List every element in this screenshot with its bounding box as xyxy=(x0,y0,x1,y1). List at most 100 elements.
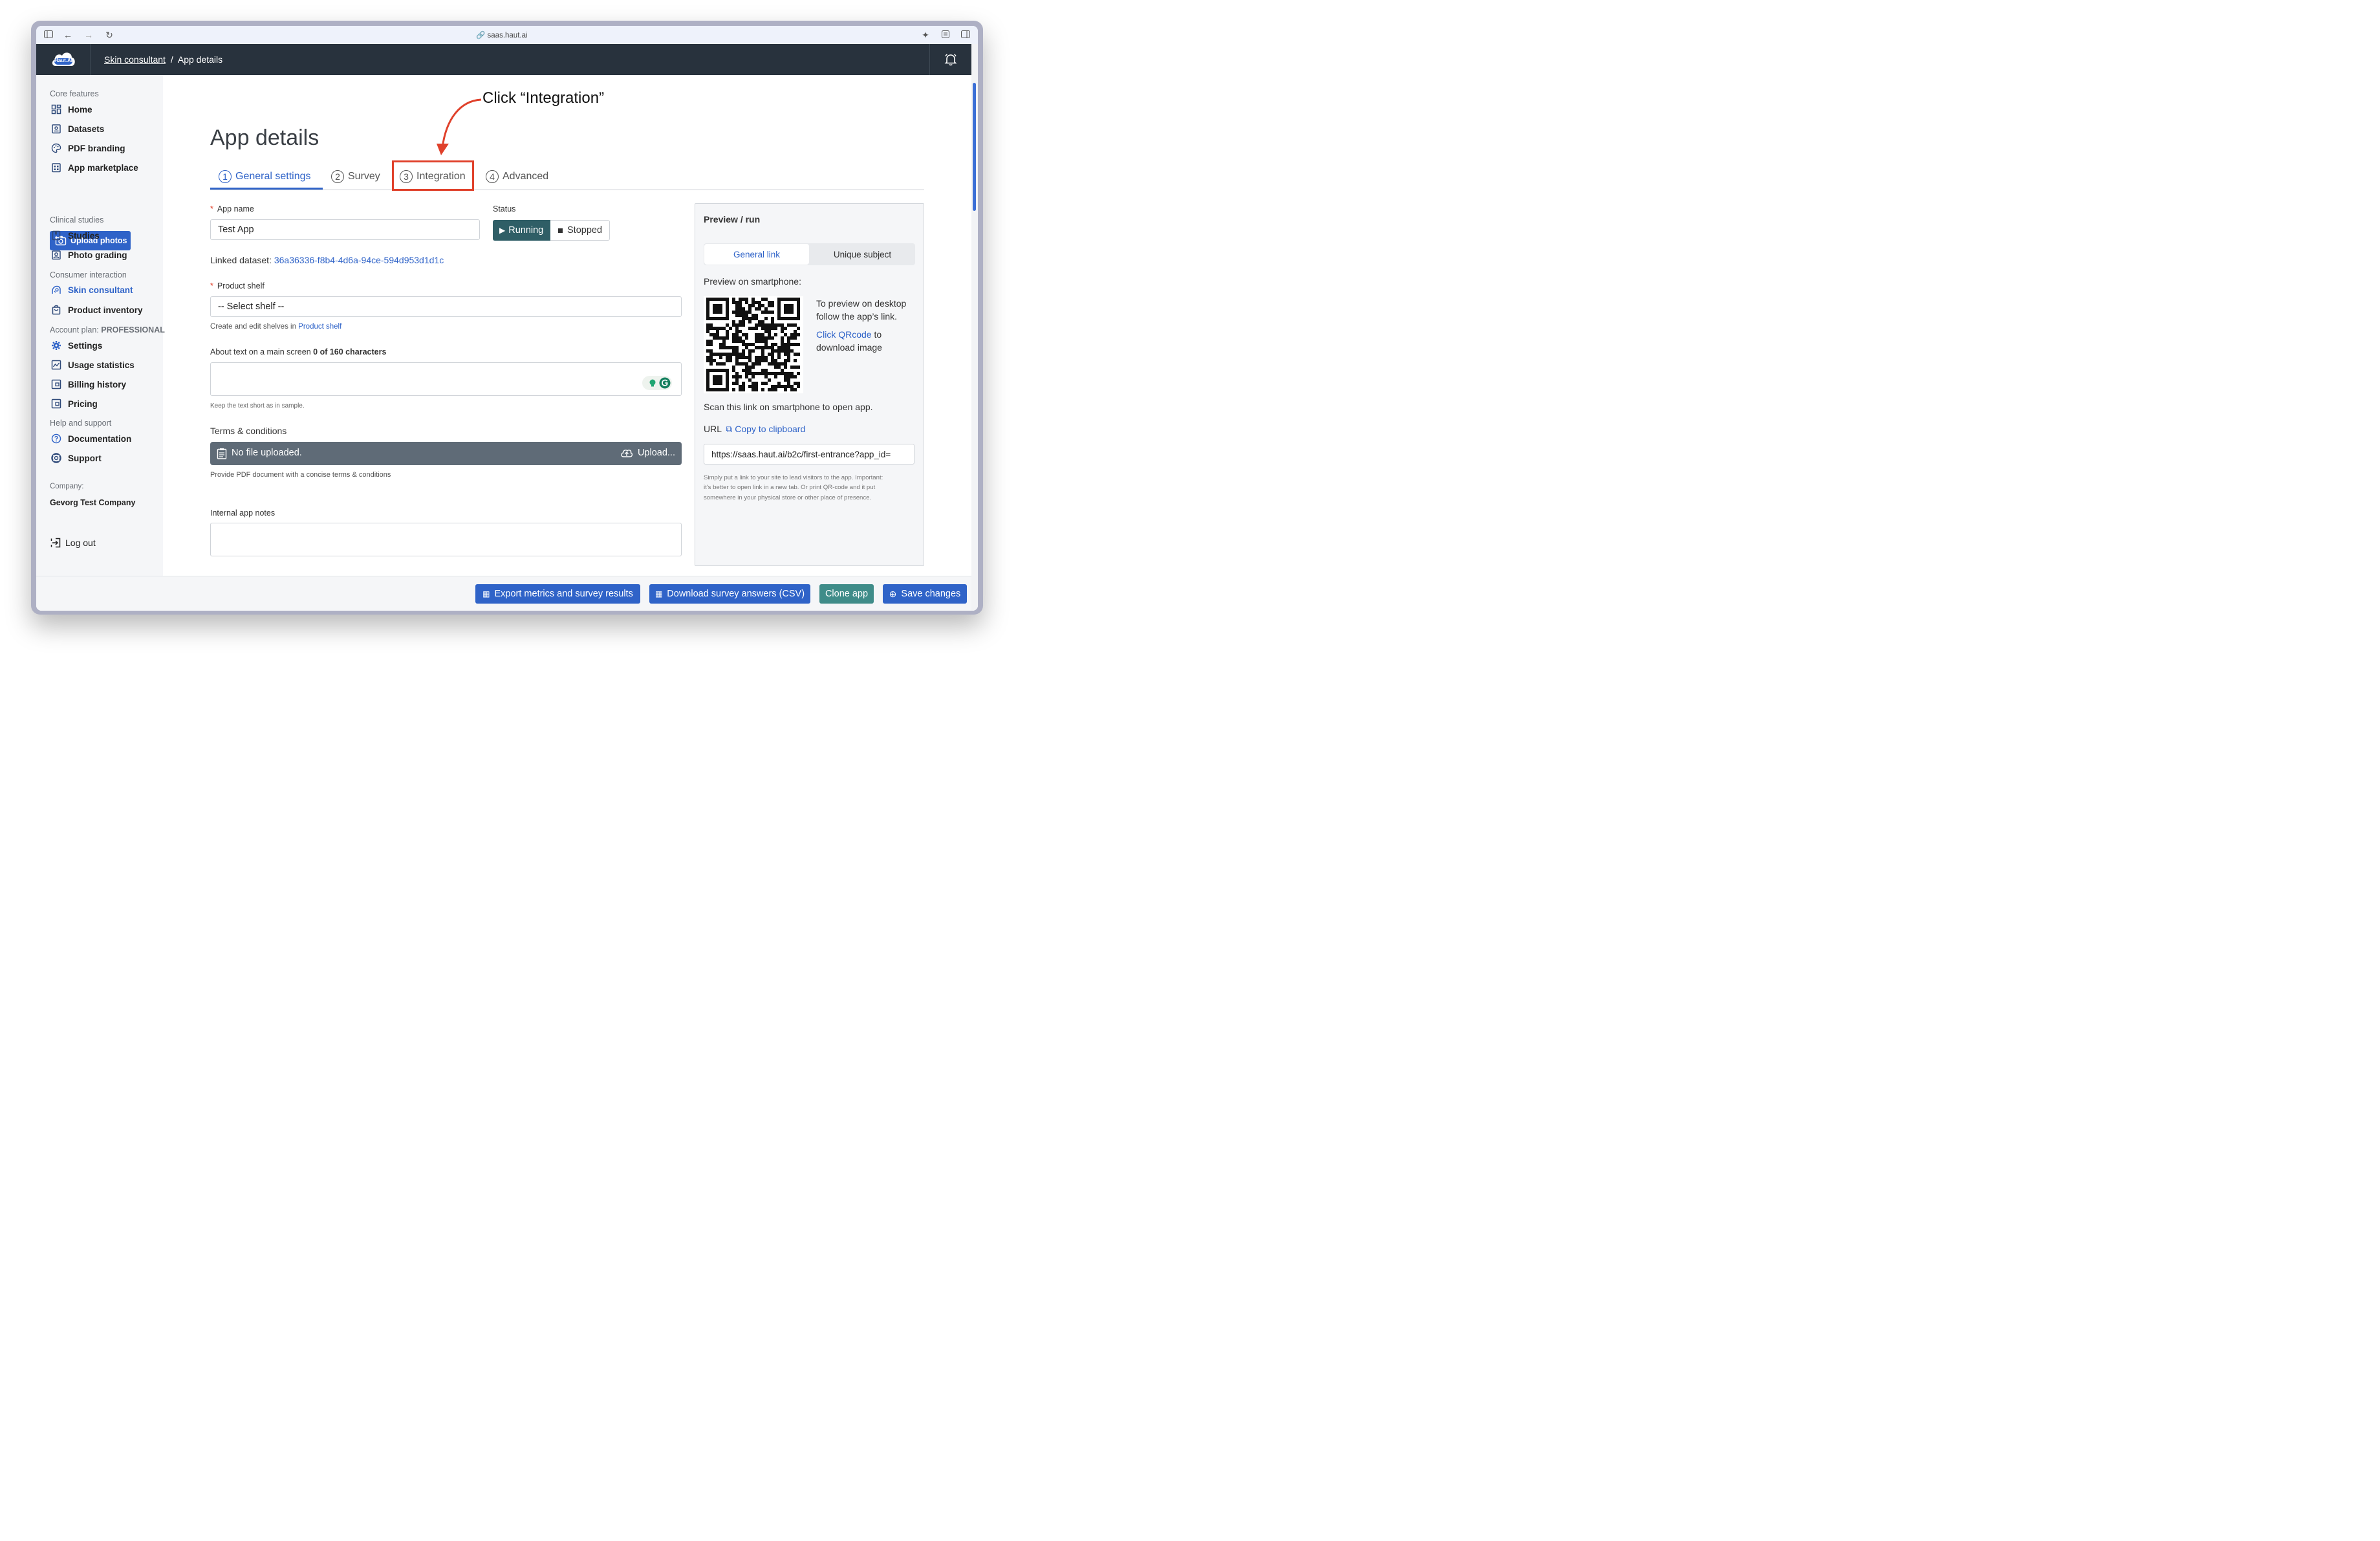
qr-module xyxy=(784,343,787,346)
download-survey-button[interactable]: ▦ Download survey answers (CSV) xyxy=(649,584,810,604)
studies-icon xyxy=(50,229,63,242)
pin-icon[interactable]: ✦ xyxy=(920,29,931,41)
sidebar-item-label: Support xyxy=(68,453,102,463)
terms-file-bar[interactable]: No file uploaded. Upload... xyxy=(210,442,682,465)
general-link-option[interactable]: General link xyxy=(704,244,809,265)
qr-module xyxy=(771,385,774,388)
reader-icon[interactable] xyxy=(940,29,951,41)
copy-to-clipboard-button[interactable]: ⧉ Copy to clipboard xyxy=(726,424,805,434)
sidebar-item-billing-history[interactable]: Billing history xyxy=(50,378,126,391)
tab-survey[interactable]: 2 Survey xyxy=(331,167,380,186)
qr-module xyxy=(748,366,752,369)
qr-module xyxy=(787,340,790,343)
qr-module xyxy=(797,327,800,330)
linked-dataset-link[interactable]: 36a36336-f8b4-4d6a-94ce-594d953d1d1c xyxy=(274,255,444,265)
active-tab-indicator xyxy=(210,188,323,190)
product-shelf-select[interactable]: -- Select shelf -- xyxy=(210,296,682,317)
sidebar-item-usage-statistics[interactable]: Usage statistics xyxy=(50,358,135,371)
grammarly-badge[interactable] xyxy=(642,376,672,390)
back-icon[interactable]: ← xyxy=(62,29,74,41)
sidebar-toggle-icon[interactable] xyxy=(43,29,54,41)
qr-module xyxy=(706,298,709,301)
download-image-text: download image xyxy=(816,342,882,353)
preview-help-line-2: it's better to open link in a new tab. O… xyxy=(704,484,876,491)
terms-upload-button[interactable]: Upload... xyxy=(620,448,675,458)
about-text-textarea[interactable] xyxy=(210,362,682,396)
logout-button[interactable]: Log out xyxy=(50,537,96,549)
product-shelf-label: * Product shelf xyxy=(210,281,265,290)
qr-module xyxy=(784,311,787,314)
product-shelf-link[interactable]: Product shelf xyxy=(298,323,341,331)
split-view-icon[interactable] xyxy=(960,29,971,41)
qr-module xyxy=(774,385,777,388)
forward-icon[interactable]: → xyxy=(83,29,94,41)
qr-module xyxy=(716,362,719,366)
follow-app-link[interactable]: follow the app’s link. xyxy=(816,311,897,322)
qr-module xyxy=(748,353,752,356)
qr-module xyxy=(752,314,755,317)
notification-bell-icon[interactable] xyxy=(944,52,958,67)
click-qrcode-link[interactable]: Click QRcode xyxy=(816,329,872,340)
qr-module xyxy=(739,314,742,317)
qr-module xyxy=(719,388,722,391)
qr-module xyxy=(784,298,787,301)
sidebar-item-studies[interactable]: Studies xyxy=(50,229,100,242)
qr-module xyxy=(716,317,719,320)
app-name-input[interactable]: Test App xyxy=(210,219,480,240)
qr-module xyxy=(764,298,768,301)
qr-module xyxy=(771,320,774,323)
qr-module xyxy=(742,298,745,301)
sidebar-item-photo-grading[interactable]: Photo grading xyxy=(50,248,127,261)
qr-module xyxy=(784,346,787,349)
export-metrics-button[interactable]: ▦ Export metrics and survey results xyxy=(475,584,640,604)
qr-module xyxy=(732,366,735,369)
sidebar-item-skin-consultant[interactable]: Skin consultant xyxy=(50,283,133,296)
sidebar-item-pdf-branding[interactable]: PDF branding xyxy=(50,142,125,155)
qr-to-text: to xyxy=(874,329,882,340)
footer-action-bar: ▦ Export metrics and survey results ▦ Do… xyxy=(36,576,971,611)
sidebar-item-documentation[interactable]: Documentation xyxy=(50,432,131,445)
breadcrumb-link[interactable]: Skin consultant xyxy=(104,54,166,65)
unique-subject-option[interactable]: Unique subject xyxy=(810,244,914,265)
internal-notes-textarea[interactable] xyxy=(210,523,682,556)
sidebar-item-pricing[interactable]: Pricing xyxy=(50,397,98,410)
qr-module xyxy=(758,307,761,311)
app-url-input[interactable]: https://saas.haut.ai/b2c/first-entrance?… xyxy=(704,444,914,464)
haut-ai-logo[interactable]: Haut.AI xyxy=(50,49,76,70)
vertical-scrollbar[interactable] xyxy=(971,44,978,611)
qr-module xyxy=(719,378,722,382)
qr-module xyxy=(781,298,784,301)
sidebar-item-product-inventory[interactable]: Product inventory xyxy=(50,303,143,316)
qr-module xyxy=(797,366,800,369)
sidebar-item-datasets[interactable]: Datasets xyxy=(50,122,104,135)
terms-file-status: No file uploaded. xyxy=(232,448,302,458)
sidebar-item-support[interactable]: Support xyxy=(50,452,102,464)
qr-module xyxy=(742,349,745,353)
sidebar: Core features Home Datasets PDF branding… xyxy=(36,75,165,576)
link-type-switch: General link Unique subject xyxy=(704,243,915,265)
save-changes-button[interactable]: ⊕ Save changes xyxy=(883,584,967,604)
sidebar-item-home[interactable]: Home xyxy=(50,103,92,116)
qr-module xyxy=(774,366,777,369)
qr-module xyxy=(742,317,745,320)
qr-module xyxy=(755,388,758,391)
qr-module xyxy=(768,330,771,333)
qr-code[interactable] xyxy=(704,296,803,393)
download-label: Download survey answers (CSV) xyxy=(667,589,805,599)
tab-advanced[interactable]: 4 Advanced xyxy=(486,167,548,186)
address-bar[interactable]: 🔗 saas.haut.ai xyxy=(476,30,528,39)
sidebar-item-settings[interactable]: Settings xyxy=(50,339,102,352)
qr-module xyxy=(739,388,742,391)
qr-module xyxy=(745,366,748,369)
reload-icon[interactable]: ↻ xyxy=(103,29,115,41)
status-stopped-button[interactable]: Stopped xyxy=(550,220,610,241)
scrollbar-thumb[interactable] xyxy=(973,83,976,211)
qr-module xyxy=(735,382,739,385)
sidebar-item-app-marketplace[interactable]: App marketplace xyxy=(50,161,138,174)
tab-general-settings[interactable]: 1 General settings xyxy=(219,167,311,186)
qr-module xyxy=(777,372,781,375)
save-label: Save changes xyxy=(901,589,961,599)
status-running-button[interactable]: ▶ Running xyxy=(493,220,550,241)
clone-app-button[interactable]: Clone app xyxy=(819,584,874,604)
qr-module xyxy=(764,311,768,314)
